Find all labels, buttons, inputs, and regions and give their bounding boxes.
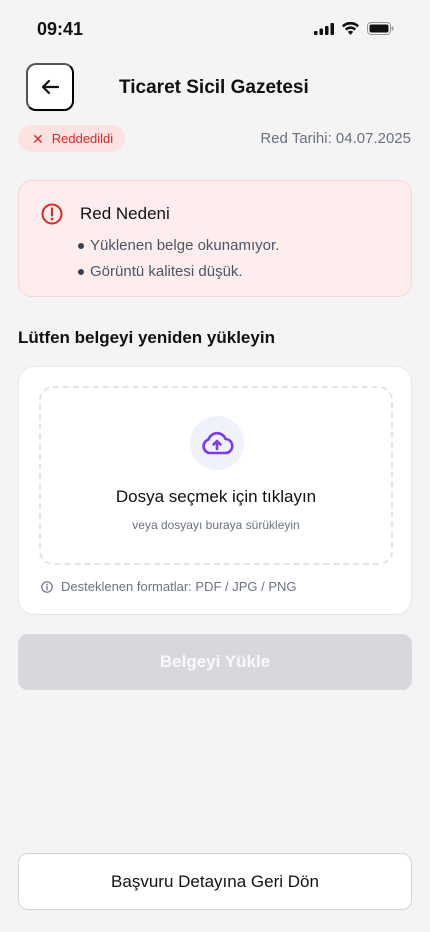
status-icons <box>314 22 394 35</box>
dropzone-title: Dosya seçmek için tıklayın <box>115 487 317 506</box>
status-badge: ✕ Reddedildi <box>18 125 126 152</box>
arrow-left-icon <box>41 79 59 95</box>
upload-section-title: Lütfen belgeyi yeniden yükleyin <box>18 328 275 347</box>
wifi-icon <box>342 22 359 35</box>
back-to-application-detail-button[interactable]: Başvuru Detayına Geri Dön <box>18 853 412 910</box>
file-dropzone[interactable]: Dosya seçmek için tıklayın veya dosyayı … <box>39 386 393 565</box>
battery-icon <box>367 22 394 35</box>
upload-card: Dosya seçmek için tıklayın veya dosyayı … <box>18 366 412 615</box>
close-icon: ✕ <box>32 130 44 147</box>
page-title: Ticaret Sicil Gazetesi <box>119 77 309 98</box>
list-item: Yüklenen belge okunamıyor. <box>78 233 279 259</box>
reject-date: Red Tarihi: 04.07.2025 <box>260 130 411 147</box>
cloud-upload-icon <box>202 431 234 455</box>
status-time: 09:41 <box>37 19 84 39</box>
rejection-reason-card: Red Nedeni Yüklenen belge okunamıyor. Gö… <box>18 180 412 297</box>
rejection-reason-title: Red Nedeni <box>80 204 170 223</box>
supported-formats: Desteklenen formatlar: PDF / JPG / PNG <box>41 579 297 594</box>
rejection-reason-list: Yüklenen belge okunamıyor. Görüntü kalit… <box>78 233 279 285</box>
back-button[interactable] <box>26 63 74 111</box>
status-badge-label: Reddedildi <box>51 131 114 146</box>
info-icon <box>41 580 53 593</box>
dropzone-hint: veya dosyayı buraya sürükleyin <box>132 518 300 532</box>
status-bar: 09:41 <box>0 0 430 60</box>
upload-document-button[interactable]: Belgeyi Yükle <box>18 634 412 690</box>
list-item: Görüntü kalitesi düşük. <box>78 259 279 285</box>
supported-formats-label: Desteklenen formatlar: PDF / JPG / PNG <box>61 579 297 594</box>
alert-circle-icon <box>41 203 63 225</box>
signal-icon <box>314 22 334 35</box>
upload-icon-circle <box>190 416 244 470</box>
